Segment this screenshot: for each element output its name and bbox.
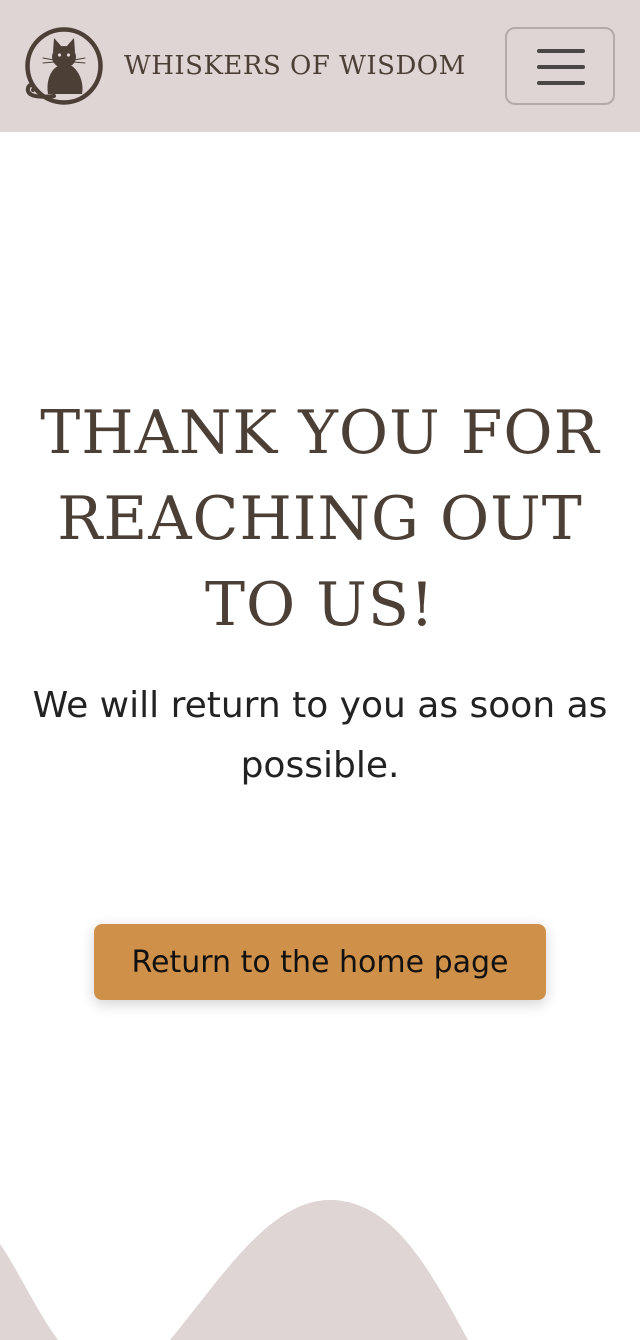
brand-name: WHISKERS OF WISDOM bbox=[124, 51, 466, 81]
brand-link[interactable]: WHISKERS OF WISDOM bbox=[24, 26, 466, 106]
thank-you-heading: THANK YOU FOR REACHING OUT TO US! bbox=[40, 398, 600, 640]
cat-logo-icon bbox=[25, 27, 103, 105]
menu-icon-bar bbox=[537, 81, 585, 85]
menu-toggle-button[interactable] bbox=[505, 27, 615, 105]
menu-icon-bar bbox=[537, 65, 585, 69]
return-home-button[interactable]: Return to the home page bbox=[94, 924, 546, 1000]
site-header: WHISKERS OF WISDOM bbox=[0, 0, 640, 132]
menu-icon-bar bbox=[537, 49, 585, 53]
decorative-wave bbox=[0, 1199, 468, 1340]
thank-you-message: We will return to you as soon as possibl… bbox=[32, 685, 608, 786]
thank-you-section: THANK YOU FOR REACHING OUT TO US! We wil… bbox=[0, 132, 640, 1340]
hamburger-menu-icon bbox=[537, 49, 585, 85]
